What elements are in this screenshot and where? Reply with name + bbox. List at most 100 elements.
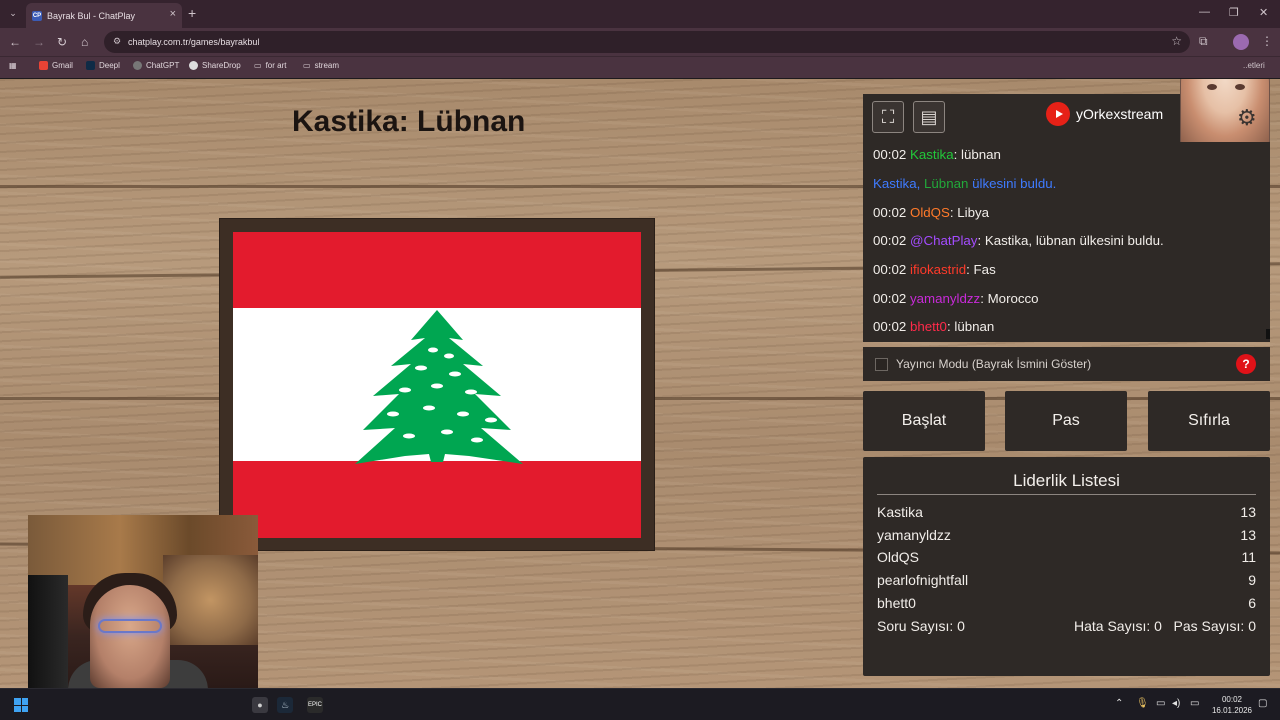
bookmark-star-icon[interactable]: ☆: [1171, 34, 1182, 48]
chat-messages: 00:02 Kastika: lübnan Kastika, Lübnan ül…: [863, 142, 1270, 342]
chat-country: Lübnan: [924, 176, 969, 191]
bookmark-folder-stream[interactable]: ▭ stream: [303, 61, 339, 70]
minimize-icon[interactable]: —: [1199, 6, 1210, 18]
window-close-icon[interactable]: ✕: [1259, 6, 1268, 19]
avatar-eye: [1207, 84, 1217, 90]
leaderboard-row: Kastika 13: [877, 504, 1256, 524]
other-bookmarks[interactable]: ..etleri: [1243, 61, 1265, 70]
folder-icon: ▭: [303, 61, 311, 70]
bookmark-deepl[interactable]: Deepl: [86, 61, 120, 70]
reset-button[interactable]: Sıfırla: [1148, 391, 1270, 451]
network-icon[interactable]: ▭: [1156, 698, 1165, 709]
fullscreen-icon[interactable]: ⛶: [872, 101, 904, 133]
chat-user: yamanyldzz: [909, 291, 981, 306]
deepl-icon: [86, 61, 95, 70]
bookmark-sharedrop[interactable]: ShareDrop: [189, 61, 241, 70]
steam-icon[interactable]: ♨: [277, 697, 293, 713]
error-count: Hata Sayısı: 0: [1074, 618, 1162, 634]
site-info-icon[interactable]: ⚙: [113, 36, 121, 47]
pass-button[interactable]: Pas: [1005, 391, 1127, 451]
reload-icon[interactable]: ↻: [57, 35, 67, 49]
streamer-glasses: [98, 619, 162, 633]
chatgpt-icon: [133, 61, 142, 70]
bookmark-label: for art: [265, 61, 287, 70]
browser-menu-icon[interactable]: ⋮: [1261, 34, 1273, 48]
os-taskbar: ● ♨ EPIC ⌃ 🎙 ▭ ◂) ▭ 00:02 16.01.2026 ▢: [0, 688, 1280, 720]
chat-sep: :: [966, 262, 974, 277]
streamer-mode-checkbox[interactable]: [875, 358, 888, 371]
chat-text: ülkesini buldu.: [972, 176, 1057, 191]
chat-user: ifiokastrid: [909, 262, 967, 277]
youtube-channel-name: yOrkexstream: [1076, 106, 1164, 122]
bookmark-chatgpt[interactable]: ChatGPT: [133, 61, 179, 70]
chat-text: Fas: [973, 262, 996, 277]
chat-message: 00:02 @ChatPlay: Kastika, lübnan ülkesin…: [873, 233, 1164, 248]
start-button[interactable]: Başlat: [863, 391, 985, 451]
tab-title: Bayrak Bul - ChatPlay: [47, 10, 136, 21]
bookmarks-bar: ▦ Gmail Deepl ChatGPT ShareDrop ▭ for ar…: [0, 56, 1280, 78]
chatplay-favicon-icon: CP: [32, 10, 42, 21]
notification-icon[interactable]: ▢: [1258, 698, 1267, 709]
help-button[interactable]: ?: [1236, 354, 1256, 374]
leaderboard-divider: [877, 494, 1256, 495]
chat-text: Kastika, lübnan ülkesini buldu.: [984, 233, 1164, 248]
windows-start-icon[interactable]: [14, 698, 28, 712]
gmail-icon: [39, 61, 48, 70]
lebanon-flag: [233, 232, 641, 538]
chat-time: 00:02: [873, 319, 907, 334]
back-icon[interactable]: ←: [9, 35, 21, 49]
forward-icon[interactable]: →: [33, 35, 45, 49]
cedar-tree-icon: [355, 310, 523, 464]
leaderboard-row: bhett0 6: [877, 595, 1256, 615]
address-bar[interactable]: ⚙ chatplay.com.tr/games/bayrakbul ☆: [104, 31, 1190, 53]
epic-games-icon[interactable]: EPIC: [307, 697, 323, 713]
chat-sep: :: [953, 147, 961, 162]
leaderboard-row: yamanyldzz 13: [877, 527, 1256, 547]
chat-time: 00:02: [873, 205, 907, 220]
chat-log-icon[interactable]: ▤: [913, 101, 945, 133]
bookmark-label: ShareDrop: [202, 61, 241, 70]
new-tab-icon[interactable]: +: [188, 5, 196, 21]
leaderboard-name: bhett0: [877, 595, 916, 611]
chat-user: bhett0: [909, 319, 947, 334]
streamer-face: [90, 585, 170, 688]
chat-user: OldQS: [909, 205, 950, 220]
streamer-mode-label[interactable]: Yayıncı Modu (Bayrak İsmini Göster): [896, 357, 1091, 371]
leaderboard-row: OldQS 11: [877, 549, 1256, 569]
chat-scrollbar[interactable]: [1266, 329, 1270, 339]
clock-time: 00:02: [1221, 695, 1242, 704]
browser-tab-strip: ⌄ CP Bayrak Bul - ChatPlay × + — ❐ ✕: [0, 0, 1280, 28]
chat-time: 00:02: [873, 147, 907, 162]
profile-avatar[interactable]: [1233, 34, 1249, 50]
microphone-icon[interactable]: 🎙: [1136, 698, 1149, 709]
taskbar-clock[interactable]: 00:02 16.01.2026: [1212, 694, 1252, 716]
bookmark-gmail[interactable]: Gmail: [39, 61, 73, 70]
extensions-icon[interactable]: ⧉: [1199, 34, 1208, 49]
tab-close-icon[interactable]: ×: [170, 8, 176, 20]
clock-date: 16.01.2026: [1211, 706, 1252, 715]
home-icon[interactable]: ⌂: [81, 35, 88, 49]
chat-sep: :: [980, 291, 988, 306]
battery-icon[interactable]: ▭: [1190, 698, 1199, 709]
browser-tab-active[interactable]: CP Bayrak Bul - ChatPlay ×: [26, 3, 182, 28]
youtube-icon: [1046, 102, 1070, 126]
chat-message: 00:02 yamanyldzz: Morocco: [873, 291, 1039, 306]
apps-grid-icon[interactable]: ▦: [9, 61, 17, 70]
chat-user: Kastika,: [873, 176, 921, 191]
chat-user: Kastika: [909, 147, 954, 162]
chat-time: 00:02: [873, 291, 907, 306]
tab-search-icon[interactable]: ⌄: [6, 6, 20, 20]
webcam-overlay: [28, 515, 258, 688]
browser-toolbar: ← → ↻ ⌂ ⚙ chatplay.com.tr/games/bayrakbu…: [0, 28, 1280, 56]
chat-sep: :: [977, 233, 985, 248]
bookmark-folder-for-art[interactable]: ▭ for art: [254, 61, 286, 70]
volume-icon[interactable]: ◂): [1172, 698, 1180, 709]
gear-icon[interactable]: ⚙: [1237, 105, 1257, 131]
restore-icon[interactable]: ❐: [1229, 6, 1239, 19]
bookmark-label: ChatGPT: [146, 61, 180, 70]
tray-overflow-icon[interactable]: ⌃: [1115, 698, 1123, 709]
leaderboard-score: 6: [1248, 595, 1256, 611]
taskbar-app-icon[interactable]: ●: [252, 697, 268, 713]
webcam-background-light: [163, 555, 258, 645]
chat-message: 00:02 bhett0: lübnan: [873, 319, 994, 334]
